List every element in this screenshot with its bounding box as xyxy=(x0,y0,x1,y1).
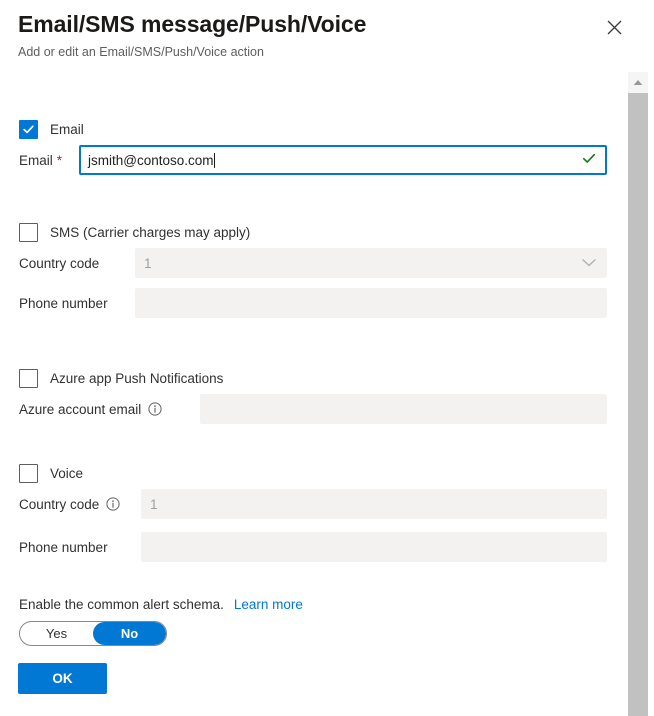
dialog-header: Email/SMS message/Push/Voice Add or edit… xyxy=(0,0,654,72)
sms-country-code-label: Country code xyxy=(19,256,99,271)
push-checkbox[interactable] xyxy=(19,369,38,388)
dialog-content: Email Email * jsmith@contoso.com SMS (Ca… xyxy=(0,72,628,716)
toggle-option-yes[interactable]: Yes xyxy=(20,622,93,645)
sms-checkbox[interactable] xyxy=(19,223,38,242)
voice-country-code-input[interactable]: 1 xyxy=(141,489,607,519)
sms-country-code-value: 1 xyxy=(144,256,152,271)
email-label-text: Email xyxy=(19,153,53,168)
page-title: Email/SMS message/Push/Voice xyxy=(18,11,366,38)
checkmark-icon xyxy=(582,152,596,169)
voice-country-code-label: Country code xyxy=(19,497,120,512)
toggle-option-no[interactable]: No xyxy=(93,622,166,645)
email-field-row: Email * xyxy=(19,145,62,175)
email-input-value: jsmith@contoso.com xyxy=(88,153,214,168)
email-field-label: Email * xyxy=(19,153,62,168)
push-checkbox-label: Azure app Push Notifications xyxy=(50,371,223,386)
push-account-email-input[interactable] xyxy=(200,394,607,424)
sms-country-code-dropdown[interactable]: 1 xyxy=(135,248,607,278)
info-icon[interactable] xyxy=(106,497,120,511)
push-account-email-row: Azure account email xyxy=(19,394,162,424)
voice-checkbox-label: Voice xyxy=(50,466,83,481)
voice-phone-input[interactable] xyxy=(141,532,607,562)
text-caret xyxy=(214,153,215,168)
checkmark-icon xyxy=(22,123,35,136)
close-icon xyxy=(607,20,622,35)
ok-button[interactable]: OK xyxy=(18,663,107,694)
required-marker: * xyxy=(57,153,62,168)
scrollbar[interactable] xyxy=(628,72,648,716)
scroll-up-button[interactable] xyxy=(628,72,648,92)
sms-country-code-row: Country code xyxy=(19,248,99,278)
email-checkbox-label: Email xyxy=(50,122,84,137)
push-account-email-label: Azure account email xyxy=(19,402,162,417)
sms-checkbox-label: SMS (Carrier charges may apply) xyxy=(50,225,250,240)
triangle-up-icon xyxy=(633,73,643,91)
sms-phone-row: Phone number xyxy=(19,288,108,318)
scrollbar-thumb[interactable] xyxy=(628,93,648,716)
push-checkbox-row[interactable]: Azure app Push Notifications xyxy=(19,369,223,388)
sms-checkbox-row[interactable]: SMS (Carrier charges may apply) xyxy=(19,223,250,242)
voice-phone-row: Phone number xyxy=(19,532,108,562)
voice-phone-label: Phone number xyxy=(19,540,108,555)
learn-more-link[interactable]: Learn more xyxy=(234,597,303,612)
page-subtitle: Add or edit an Email/SMS/Push/Voice acti… xyxy=(18,45,264,59)
voice-checkbox-row[interactable]: Voice xyxy=(19,464,83,483)
email-checkbox-row[interactable]: Email xyxy=(19,120,84,139)
close-button[interactable] xyxy=(601,14,627,40)
voice-checkbox[interactable] xyxy=(19,464,38,483)
voice-country-code-text: Country code xyxy=(19,497,99,512)
chevron-down-icon xyxy=(582,256,596,271)
sms-phone-label: Phone number xyxy=(19,296,108,311)
common-alert-schema-toggle[interactable]: Yes No xyxy=(19,621,167,646)
common-alert-schema-text: Enable the common alert schema. xyxy=(19,597,224,612)
sms-phone-input[interactable] xyxy=(135,288,607,318)
email-input[interactable]: jsmith@contoso.com xyxy=(79,145,607,175)
info-icon[interactable] xyxy=(148,402,162,416)
voice-country-code-value: 1 xyxy=(150,497,158,512)
voice-country-code-row: Country code xyxy=(19,489,120,519)
email-checkbox[interactable] xyxy=(19,120,38,139)
common-alert-schema-label: Enable the common alert schema. Learn mor… xyxy=(19,597,303,612)
push-account-email-text: Azure account email xyxy=(19,402,141,417)
